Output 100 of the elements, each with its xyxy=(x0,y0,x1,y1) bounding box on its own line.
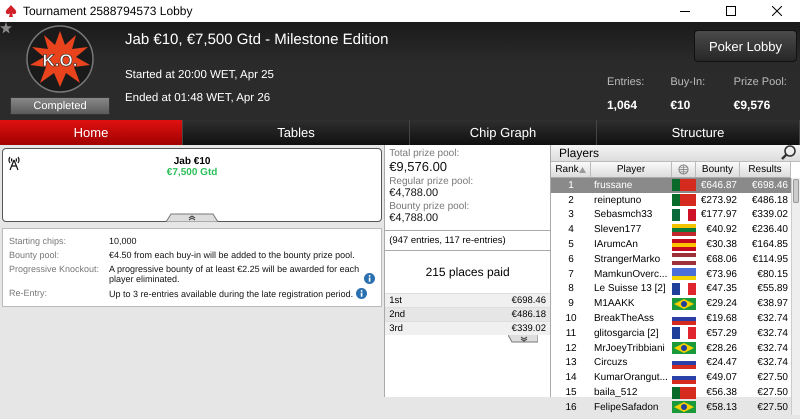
payout-amount: €698.46 xyxy=(512,295,546,306)
sort-icon xyxy=(578,166,586,172)
result-cell-text: €55.89 xyxy=(756,283,789,294)
player-row[interactable]: 6 StrangerMarko €68.06 €114.95 xyxy=(551,252,791,267)
bounty-cell-text: €177.97 xyxy=(700,209,738,220)
detail-label: Bounty pool: xyxy=(9,250,60,260)
player-name: Sebasmch33 xyxy=(593,209,654,220)
rank-cell-text: 16 xyxy=(564,402,578,413)
expand-handle[interactable] xyxy=(508,335,538,343)
bounty-cell-text: €273.92 xyxy=(700,194,738,206)
detail-value: A progressive bounty of at least €2.25 will be awarded for each player eliminated. xyxy=(109,264,360,284)
result-cell-text: €32.74 xyxy=(756,357,789,368)
bounty-cell-text: €47.35 xyxy=(705,283,738,294)
bounty-cell-text: €19.68 xyxy=(705,313,738,324)
maximize-button[interactable] xyxy=(726,6,736,16)
player-name: BreakTheAss xyxy=(593,313,656,324)
player-row[interactable]: 15 baila_512 €56.38 €27.50 xyxy=(551,385,791,400)
column-header[interactable]: Bounty xyxy=(696,162,740,178)
end-time: Ended at 01:48 WET, Apr 26 xyxy=(125,92,272,104)
info-icon[interactable] xyxy=(364,273,376,284)
tournament-title: Jab €10, €7,500 Gtd - Milestone Edition xyxy=(125,31,390,50)
result-cell-text: €339.02 xyxy=(750,209,789,220)
bounty-cell-text: €57.29 xyxy=(705,328,738,339)
rank-cell-text: 11 xyxy=(564,328,578,339)
search-icon[interactable] xyxy=(781,145,797,161)
bounty-cell-text: €56.38 xyxy=(705,387,738,398)
bounty-cell-text: €30.38 xyxy=(705,239,738,250)
collapse-handle[interactable] xyxy=(166,213,218,222)
player-row[interactable]: 16 FelipeSafadon €58.13 €27.50 xyxy=(551,400,791,415)
stat-value: €10 xyxy=(670,98,692,112)
result-cell-text: €27.50 xyxy=(756,402,789,413)
payout-place: 2nd xyxy=(389,309,406,320)
column-header[interactable]: Player xyxy=(591,162,672,178)
player-name: StrangerMarko xyxy=(593,254,662,265)
player-row[interactable]: 10 BreakTheAss €19.68 €32.74 xyxy=(551,311,791,326)
rank-cell-text: 2 xyxy=(567,194,575,206)
rank-cell-text: 8 xyxy=(567,283,575,294)
tab[interactable]: Structure xyxy=(597,120,800,145)
player-name: glitosgarcia [2] xyxy=(593,328,660,339)
pool-label: Bounty prize pool: xyxy=(389,201,470,212)
result-cell-text: €486.18 xyxy=(750,194,789,206)
player-row[interactable]: 13 Circuzs €24.47 €32.74 xyxy=(551,356,791,370)
player-row[interactable]: 8 Le Suisse 13 [2] €47.35 €55.89 xyxy=(551,282,791,296)
bounty-cell-text: €28.26 xyxy=(705,342,738,354)
summary-guarantee: €7,500 Gtd xyxy=(166,167,218,178)
detail-label: Starting chips: xyxy=(9,236,68,246)
player-row[interactable]: 5 IArumcAn €30.38 €164.85 xyxy=(551,237,791,252)
player-row[interactable]: 9 M1AAKK €29.24 €38.97 xyxy=(551,296,791,312)
bounty-cell-text: €29.24 xyxy=(705,298,738,310)
player-name: IArumcAn xyxy=(593,239,639,250)
bounty-cell-text: €24.47 xyxy=(705,357,738,368)
result-cell-text: €80.15 xyxy=(756,268,789,280)
player-name: baila_512 xyxy=(593,387,638,398)
rank-cell-text: 4 xyxy=(567,224,575,236)
player-name: reineptuno xyxy=(593,194,642,206)
pool-value: €4,788.00 xyxy=(389,212,440,224)
scrollbar[interactable] xyxy=(791,178,800,415)
rank-cell-text: 12 xyxy=(564,342,578,354)
player-row[interactable]: 2 reineptuno €273.92 €486.18 xyxy=(551,192,791,208)
player-row[interactable]: 12 MrJoeyTribbiani €28.26 €32.74 xyxy=(551,340,791,356)
result-cell-text: €32.74 xyxy=(756,342,789,354)
knockout-logo: K.O. xyxy=(26,25,94,93)
close-button[interactable] xyxy=(772,6,782,16)
player-row[interactable]: 4 Sleven177 €40.92 €236.40 xyxy=(551,222,791,238)
star-icon[interactable] xyxy=(0,22,12,34)
rank-cell-text: 13 xyxy=(564,357,578,368)
player-row[interactable]: 7 MamkunOverc... €73.96 €80.15 xyxy=(551,266,791,282)
player-row[interactable]: 3 Sebasmch33 €177.97 €339.02 xyxy=(551,208,791,222)
result-cell-text: €32.74 xyxy=(756,328,789,339)
stat-label: Prize Pool: xyxy=(734,76,788,88)
player-name: FelipeSafadon xyxy=(593,402,660,413)
globe-column-header[interactable] xyxy=(672,162,696,178)
tab[interactable]: Chip Graph xyxy=(410,120,597,145)
player-row[interactable]: 11 glitosgarcia [2] €57.29 €32.74 xyxy=(551,326,791,341)
bounty-cell-text: €73.96 xyxy=(705,268,738,280)
result-cell-text: €27.50 xyxy=(756,387,789,398)
info-icon[interactable] xyxy=(356,288,368,299)
column-header[interactable]: Results xyxy=(740,162,791,178)
stat-value: €9,576 xyxy=(734,98,772,112)
window-title: Tournament 2588794573 Lobby xyxy=(23,4,194,18)
detail-value: 10,000 xyxy=(109,236,137,246)
rank-cell-text: 7 xyxy=(567,268,575,280)
rank-cell-text: 15 xyxy=(564,387,578,398)
status-label: Completed xyxy=(10,97,110,115)
result-cell-text: €114.95 xyxy=(752,254,789,265)
player-name: M1AAKK xyxy=(593,298,636,310)
pool-value: €4,788.00 xyxy=(389,187,440,199)
result-cell-text: €38.97 xyxy=(756,298,789,310)
player-name: Sleven177 xyxy=(593,224,642,236)
tab[interactable]: Tables xyxy=(183,120,410,145)
poker-lobby-button[interactable]: Poker Lobby xyxy=(694,30,797,62)
payout-amount: €486.18 xyxy=(512,309,546,320)
column-header[interactable]: Rank xyxy=(551,162,591,178)
player-row[interactable]: 14 KumarOrangut... €49.07 €27.50 xyxy=(551,370,791,386)
tab[interactable]: Home xyxy=(0,120,183,145)
player-name: KumarOrangut... xyxy=(593,372,669,384)
pool-value: €9,576.00 xyxy=(389,159,448,174)
stat-label: Entries: xyxy=(607,76,646,88)
broadcast-icon xyxy=(7,155,21,171)
places-paid: 215 places paid xyxy=(424,264,511,281)
